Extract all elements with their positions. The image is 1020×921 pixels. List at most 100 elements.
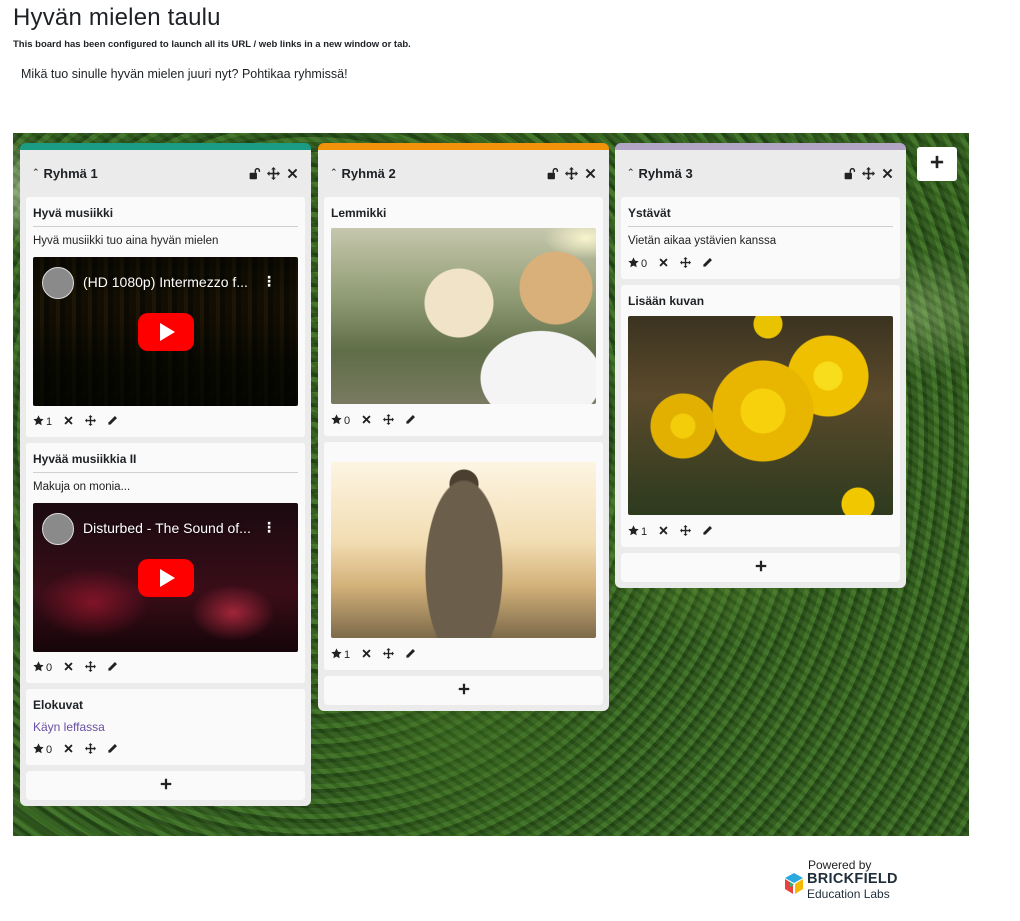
column-title[interactable]: ⌃ Ryhmä 1 — [32, 166, 98, 181]
close-icon[interactable] — [286, 167, 299, 180]
play-button[interactable] — [138, 313, 194, 351]
star-icon[interactable] — [331, 414, 342, 428]
chevron-up-icon[interactable]: ⌃ — [32, 167, 40, 178]
rating-count: 1 — [641, 526, 648, 538]
rating[interactable]: 0 — [33, 743, 52, 757]
chevron-up-icon[interactable]: ⌃ — [627, 167, 635, 178]
column-header: ⌃ Ryhmä 2 — [324, 150, 603, 197]
youtube-embed[interactable]: Disturbed - The Sound of... ⋮ — [33, 503, 298, 652]
move-icon[interactable] — [565, 167, 578, 180]
close-icon[interactable] — [584, 167, 597, 180]
close-icon[interactable] — [361, 414, 372, 428]
rating[interactable]: 0 — [331, 414, 350, 428]
pencil-icon[interactable] — [405, 648, 416, 662]
add-post-button[interactable] — [621, 553, 900, 582]
post-card[interactable]: Lisään kuvan 1 — [621, 285, 900, 547]
close-icon[interactable] — [361, 648, 372, 662]
rating-count: 0 — [641, 258, 648, 270]
video-title[interactable]: Disturbed - The Sound of... — [83, 520, 261, 536]
star-icon[interactable] — [33, 661, 44, 675]
post-text: Makuja on monia... — [33, 481, 131, 493]
pencil-icon[interactable] — [405, 414, 416, 428]
more-options-icon[interactable]: ⋮ — [262, 273, 276, 290]
close-icon[interactable] — [881, 167, 894, 180]
video-title[interactable]: (HD 1080p) Intermezzo f... — [83, 274, 261, 290]
plus-icon — [930, 155, 944, 174]
star-icon[interactable] — [628, 257, 639, 271]
add-post-button[interactable] — [26, 771, 305, 800]
channel-avatar[interactable] — [42, 267, 74, 299]
youtube-embed[interactable]: (HD 1080p) Intermezzo f... ⋮ — [33, 257, 298, 406]
column-title-text: Ryhmä 3 — [638, 166, 693, 181]
pencil-icon[interactable] — [107, 743, 118, 757]
unlock-icon[interactable] — [843, 167, 856, 180]
powered-by-text: Powered by — [808, 858, 872, 872]
rating[interactable]: 1 — [628, 525, 647, 539]
star-icon[interactable] — [331, 648, 342, 662]
close-icon[interactable] — [63, 743, 74, 757]
post-card[interactable]: 1 — [324, 442, 603, 670]
move-icon[interactable] — [862, 167, 875, 180]
unlock-icon[interactable] — [248, 167, 261, 180]
move-icon[interactable] — [383, 414, 395, 428]
star-icon[interactable] — [33, 743, 44, 757]
move-icon[interactable] — [85, 661, 97, 675]
pencil-icon[interactable] — [702, 257, 713, 271]
board-description: Mikä tuo sinulle hyvän mielen juuri nyt?… — [21, 67, 348, 81]
post-title: Elokuvat — [33, 698, 84, 712]
close-icon[interactable] — [658, 525, 669, 539]
plus-icon — [160, 777, 172, 795]
move-icon[interactable] — [267, 167, 280, 180]
star-icon[interactable] — [33, 415, 44, 429]
channel-avatar[interactable] — [42, 513, 74, 545]
post-card[interactable]: Hyvää musiikkia II Makuja on monia... Di… — [26, 443, 305, 683]
column-title[interactable]: ⌃ Ryhmä 2 — [330, 166, 396, 181]
plus-icon — [458, 682, 470, 700]
chevron-up-icon[interactable]: ⌃ — [330, 167, 338, 178]
move-icon[interactable] — [85, 415, 97, 429]
post-image[interactable] — [331, 462, 596, 638]
brickfield-branding[interactable]: Powered by BRICKFIELD Education Labs — [785, 858, 905, 902]
rating[interactable]: 1 — [331, 648, 350, 662]
close-icon[interactable] — [658, 257, 669, 271]
post-actions: 1 — [33, 415, 298, 429]
post-text: Hyvä musiikki tuo aina hyvän mielen — [33, 235, 219, 247]
rating[interactable]: 1 — [33, 415, 52, 429]
post-card[interactable]: Hyvä musiikki Hyvä musiikki tuo aina hyv… — [26, 197, 305, 437]
rating[interactable]: 0 — [628, 257, 647, 271]
pencil-icon[interactable] — [107, 661, 118, 675]
unlock-icon[interactable] — [546, 167, 559, 180]
move-icon[interactable] — [383, 648, 395, 662]
post-actions: 0 — [331, 414, 596, 428]
post-actions: 1 — [628, 525, 893, 539]
plus-icon — [755, 559, 767, 577]
post-card[interactable]: Lemmikki 0 — [324, 197, 603, 436]
column-header: ⌃ Ryhmä 3 — [621, 150, 900, 197]
post-card[interactable]: Ystävät Vietän aikaa ystävien kanssa 0 — [621, 197, 900, 279]
close-icon[interactable] — [63, 661, 74, 675]
column-ryhma-3: ⌃ Ryhmä 3 Ystävät Vietän aikaa ystävien … — [615, 143, 906, 588]
pencil-icon[interactable] — [702, 525, 713, 539]
brickfield-logo-icon — [785, 873, 803, 894]
brand-name: BRICKFIELD — [807, 871, 898, 887]
post-text: Vietän aikaa ystävien kanssa — [628, 235, 777, 247]
post-image[interactable] — [331, 228, 596, 404]
move-icon[interactable] — [85, 743, 97, 757]
play-button[interactable] — [138, 559, 194, 597]
star-icon[interactable] — [628, 525, 639, 539]
column-title[interactable]: ⌃ Ryhmä 3 — [627, 166, 693, 181]
post-image[interactable] — [628, 316, 893, 515]
column-title-text: Ryhmä 2 — [341, 166, 396, 181]
rating-count: 1 — [344, 649, 351, 661]
close-icon[interactable] — [63, 415, 74, 429]
post-link[interactable]: Käyn leffassa — [33, 720, 298, 734]
post-title: Hyvää musiikkia II — [33, 450, 298, 473]
move-icon[interactable] — [680, 525, 692, 539]
rating[interactable]: 0 — [33, 661, 52, 675]
more-options-icon[interactable]: ⋮ — [262, 519, 276, 536]
add-post-button[interactable] — [324, 676, 603, 705]
move-icon[interactable] — [680, 257, 692, 271]
add-column-button[interactable] — [917, 147, 957, 181]
post-card[interactable]: Elokuvat Käyn leffassa 0 — [26, 689, 305, 765]
pencil-icon[interactable] — [107, 415, 118, 429]
